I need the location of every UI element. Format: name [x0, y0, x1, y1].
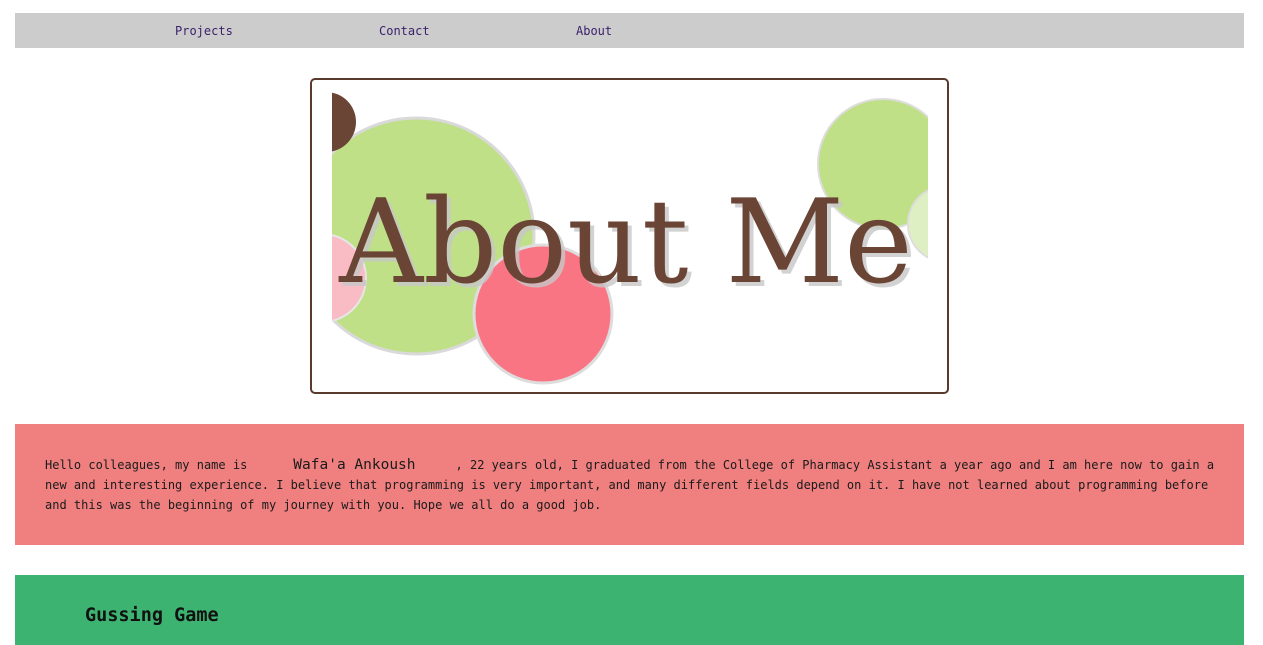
- guessing-game-section: Gussing Game: [15, 575, 1244, 645]
- nav-link-contact[interactable]: Contact: [379, 23, 430, 39]
- top-nav: Projects Contact About: [15, 13, 1244, 48]
- intro-section: Hello colleagues, my name is Wafa'a Ankou…: [15, 424, 1244, 545]
- game-title: Gussing Game: [85, 605, 219, 626]
- intro-paragraph: Hello colleagues, my name is Wafa'a Ankou…: [45, 455, 1215, 515]
- nav-link-about[interactable]: About: [576, 23, 612, 39]
- intro-text-before: Hello colleagues, my name is: [45, 458, 248, 472]
- banner-heading: About Me: [338, 175, 913, 310]
- nav-link-projects[interactable]: Projects: [175, 23, 233, 39]
- about-me-banner-image: About Me About Me: [332, 92, 928, 385]
- about-me-banner: About Me About Me: [310, 78, 949, 394]
- author-name: Wafa'a Ankoush: [293, 457, 416, 473]
